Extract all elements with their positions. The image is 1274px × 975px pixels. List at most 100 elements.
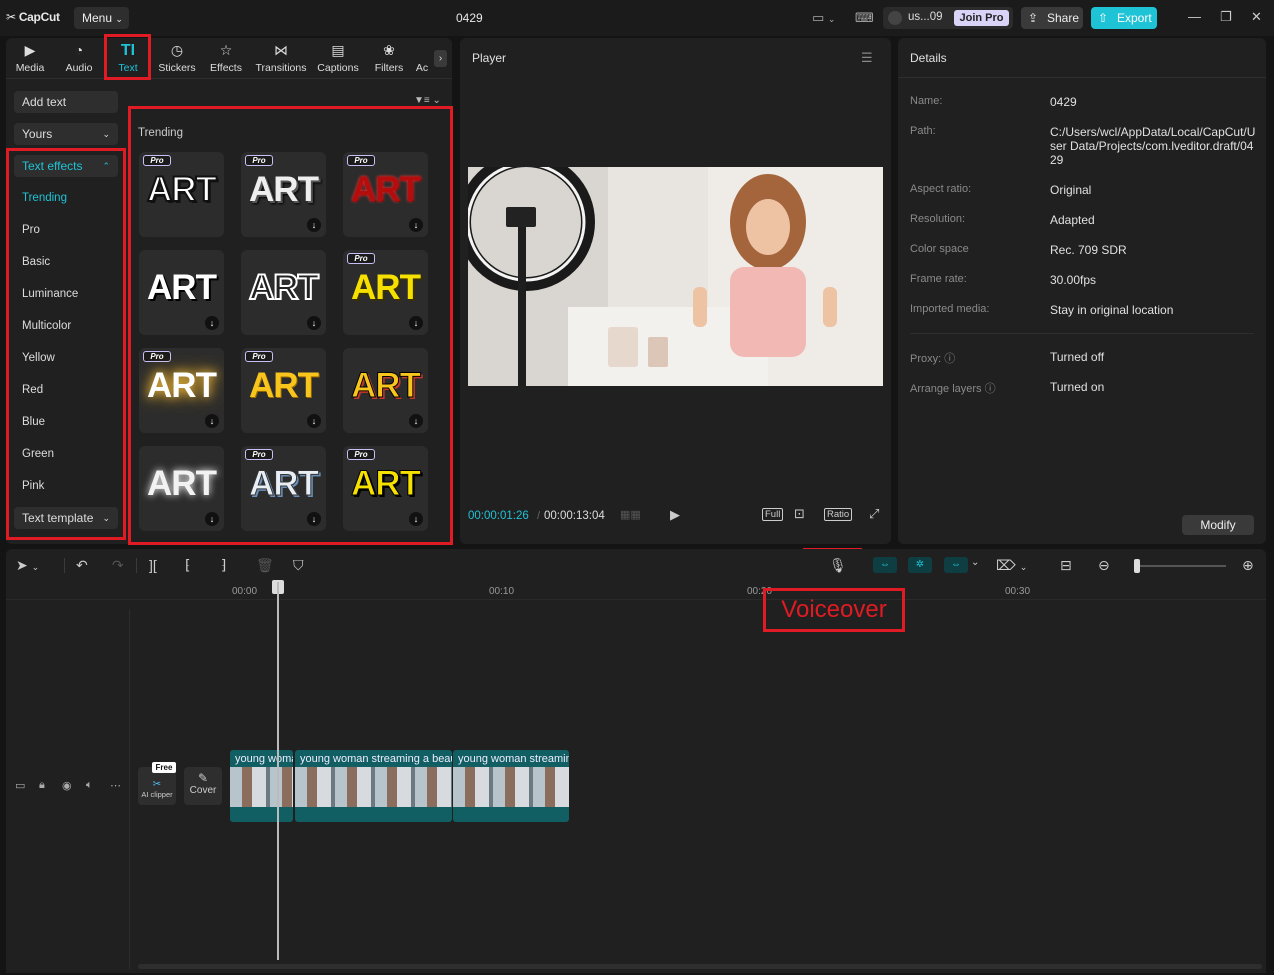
scissors-icon: ✂	[152, 779, 162, 790]
sticker-icon: ◷	[170, 42, 184, 58]
grid-icon[interactable]: ▦▦	[620, 508, 641, 521]
detail-key-colorspace: Color space	[910, 243, 969, 255]
minimize-icon[interactable]: —	[1188, 9, 1201, 24]
info-icon[interactable]: ⓘ	[985, 383, 996, 395]
select-tool-icon[interactable]: ➤ ⌄	[16, 557, 39, 574]
tab-adjustment[interactable]: Ac	[412, 38, 432, 78]
tab-captions[interactable]: ▤ Captions	[314, 38, 362, 78]
ratio-button[interactable]: Ratio	[824, 508, 853, 521]
captions-icon: ▤	[331, 42, 345, 58]
zoom-fit-icon[interactable]: ⊡	[794, 506, 805, 522]
chevron-down-icon: ⌄	[102, 129, 110, 139]
zoom-slider-knob[interactable]	[1134, 559, 1140, 573]
split-icon[interactable]: ][	[149, 557, 157, 573]
clip-thumbnails	[230, 767, 293, 807]
yours-dropdown[interactable]: Yours ⌄	[14, 123, 118, 145]
tabs-next-arrow[interactable]: ›	[434, 50, 447, 67]
media-icon: ▶	[24, 42, 36, 58]
highlight-effects-grid	[128, 106, 453, 545]
cover-button[interactable]: ✎ Cover	[184, 767, 222, 805]
ai-clipper-label: AI clipper	[141, 790, 173, 799]
shortcuts-icon[interactable]: ⌨	[855, 10, 874, 26]
tab-filters[interactable]: ❀ Filters	[365, 38, 413, 78]
tab-label: Captions	[317, 62, 359, 74]
yours-label: Yours	[22, 127, 53, 141]
more-icon[interactable]: ⋯	[110, 779, 121, 792]
share-button[interactable]: ⇪ Share	[1021, 7, 1083, 29]
timeline-clip[interactable]: young woma	[230, 750, 293, 822]
detail-value-layers: Turned on	[1050, 380, 1105, 394]
fullscreen-icon[interactable]: ⤢	[869, 506, 879, 522]
tab-audio[interactable]: ◔ Audio	[55, 38, 103, 78]
detail-key-path: Path:	[910, 125, 936, 137]
effects-icon: ☆	[219, 42, 233, 58]
ratio-label: Ratio	[824, 508, 853, 521]
info-icon[interactable]: ⓘ	[944, 353, 955, 365]
full-button[interactable]: Full	[762, 508, 784, 521]
timeline-ruler[interactable]: 00:00 00:10 00:20 00:30	[6, 582, 1266, 600]
track-header-divider	[129, 609, 130, 969]
tab-label: Media	[15, 62, 45, 74]
microphone-icon[interactable]: 🎙	[829, 557, 847, 574]
clip-thumbnails	[295, 767, 452, 807]
menu-button[interactable]: Menu ⌄	[74, 7, 129, 29]
detail-key-resolution: Resolution:	[910, 213, 966, 225]
tab-label: Filters	[374, 62, 404, 74]
auto-snap-icon[interactable]: ⇔	[873, 557, 897, 573]
close-icon[interactable]: ✕	[1251, 9, 1262, 25]
tab-label: Transitions	[255, 62, 307, 74]
play-icon[interactable]: ▶	[670, 507, 680, 523]
linkage-icon[interactable]: ✲	[908, 557, 932, 573]
adjust-icon	[412, 42, 432, 62]
capcut-logo: ✂ CapCut	[6, 10, 60, 24]
tab-media[interactable]: ▶ Media	[6, 38, 54, 78]
speaker-icon[interactable]: 🔈︎	[86, 779, 93, 792]
timeline-clip[interactable]: young woman streaming a beau	[295, 750, 452, 822]
player-panel: Player ☰ 00:00:01:26 / 00:00:13:04 ▦▦ ▶ …	[460, 38, 891, 544]
zoom-out-icon[interactable]: ⊖	[1098, 557, 1110, 574]
tab-transitions[interactable]: ⋈ Transitions	[253, 38, 309, 78]
split-left-icon[interactable]: ⁅	[185, 557, 190, 574]
filter-sort-icon[interactable]: ▼≡ ⌄	[414, 95, 441, 106]
tab-divider	[6, 78, 452, 79]
ai-clipper-button[interactable]: Free ✂ AI clipper	[138, 762, 176, 805]
add-text-button[interactable]: Add text	[14, 91, 118, 113]
lock-icon[interactable]: 🔒︎	[39, 779, 45, 792]
clip-label: young woma	[235, 753, 293, 765]
restore-icon[interactable]: ❐	[1220, 9, 1232, 25]
undo-icon[interactable]: ↶	[76, 557, 88, 574]
join-pro-button[interactable]: Join Pro	[954, 10, 1009, 26]
pencil-icon: ✎	[197, 771, 209, 785]
shield-icon[interactable]: ⛉	[293, 557, 304, 574]
zoom-in-icon[interactable]: ⊕	[1242, 557, 1254, 574]
redo-icon[interactable]: ↷	[112, 557, 124, 574]
modify-button[interactable]: Modify	[1182, 515, 1254, 535]
cursor-split-icon[interactable]: ⌦ ⌄	[996, 557, 1027, 574]
playhead-line[interactable]	[277, 582, 279, 960]
preview-axis-icon[interactable]: ⇔	[944, 557, 968, 573]
layout-icon[interactable]: ▭ ⌄	[812, 10, 835, 26]
details-section-divider	[910, 333, 1254, 334]
share-icon: ⇪	[1028, 11, 1039, 25]
tab-stickers[interactable]: ◷ Stickers	[153, 38, 201, 78]
zoom-slider-track[interactable]	[1140, 565, 1226, 567]
screen-icon[interactable]: ⊟	[1060, 557, 1072, 574]
timeline-clip[interactable]: young woman streaming	[453, 750, 569, 822]
detail-value-proxy: Turned off	[1050, 350, 1105, 364]
user-pill[interactable]: us...09 Join Pro	[883, 7, 1013, 29]
video-preview[interactable]	[468, 167, 883, 386]
timeline-scrollbar[interactable]	[138, 964, 1262, 969]
delete-icon[interactable]: 🗑	[256, 557, 274, 574]
clip-thumbnails	[453, 767, 569, 807]
chevron-down-icon[interactable]: ⌄	[971, 557, 979, 568]
export-button[interactable]: ⇧ Export	[1091, 7, 1157, 29]
detail-key-proxy: Proxy: ⓘ	[910, 350, 955, 366]
hamburger-icon[interactable]: ☰	[861, 50, 873, 66]
tab-effects[interactable]: ☆ Effects	[202, 38, 250, 78]
track-video-icon[interactable]: ▭	[15, 779, 25, 792]
chevron-down-icon: ⌄	[115, 14, 123, 24]
proxy-key-label: Proxy:	[910, 353, 942, 365]
split-right-icon[interactable]: ⁆	[221, 557, 226, 574]
eye-icon[interactable]: ◉	[62, 779, 72, 792]
player-title: Player	[472, 51, 507, 65]
